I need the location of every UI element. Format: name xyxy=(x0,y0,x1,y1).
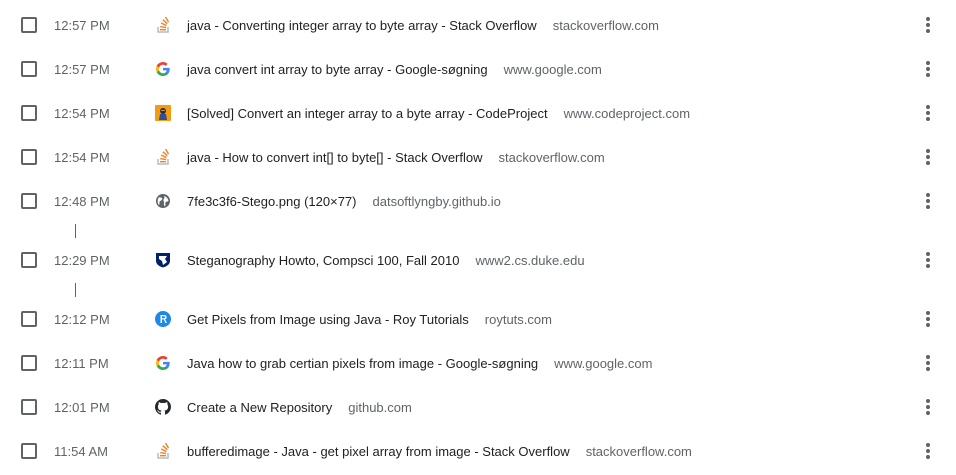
roytuts-icon xyxy=(155,311,171,327)
page-domain: www.codeproject.com xyxy=(563,105,691,121)
google-icon xyxy=(155,355,171,371)
page-title: 7fe3c3f6-Stego.png (120×77) xyxy=(187,193,357,209)
more-actions-icon[interactable] xyxy=(916,439,940,463)
history-row[interactable]: 12:48 PM 7fe3c3f6-Stego.png (120×77) dat… xyxy=(0,179,956,223)
history-row[interactable]: 12:54 PM java - How to convert int[] to … xyxy=(0,135,956,179)
visit-time: 12:54 PM xyxy=(54,149,110,165)
row-checkbox[interactable] xyxy=(21,399,37,415)
page-domain: datsoftlyngby.github.io xyxy=(372,193,501,209)
row-checkbox[interactable] xyxy=(21,17,37,33)
history-row[interactable]: 12:29 PM Steganography Howto, Compsci 10… xyxy=(0,238,956,282)
history-row[interactable]: 12:12 PM Get Pixels from Image using Jav… xyxy=(0,297,956,341)
row-checkbox[interactable] xyxy=(21,355,37,371)
history-row[interactable]: 11:54 AM bufferedimage - Java - get pixe… xyxy=(0,429,956,473)
more-actions-icon[interactable] xyxy=(916,395,940,419)
history-row[interactable]: 12:57 PM java - Converting integer array… xyxy=(0,3,956,47)
codeproject-icon xyxy=(155,105,171,121)
visit-time: 12:57 PM xyxy=(54,61,110,77)
page-title: java - Converting integer array to byte … xyxy=(187,17,537,33)
row-checkbox[interactable] xyxy=(21,149,37,165)
time-gap-divider xyxy=(75,224,76,238)
page-domain: www2.cs.duke.edu xyxy=(475,252,585,268)
history-entry-link[interactable]: 7fe3c3f6-Stego.png (120×77) datsoftlyngb… xyxy=(187,194,501,209)
page-title: Steganography Howto, Compsci 100, Fall 2… xyxy=(187,252,460,268)
more-actions-icon[interactable] xyxy=(916,189,940,213)
history-row[interactable]: 12:01 PM Create a New Repository github.… xyxy=(0,385,956,429)
page-title: java convert int array to byte array - G… xyxy=(187,61,488,77)
history-row[interactable]: 12:57 PM java convert int array to byte … xyxy=(0,47,956,91)
time-gap-divider xyxy=(75,283,76,297)
github-icon xyxy=(155,399,171,415)
visit-time: 11:54 AM xyxy=(54,443,108,459)
history-entry-link[interactable]: [Solved] Convert an integer array to a b… xyxy=(187,106,690,121)
more-actions-icon[interactable] xyxy=(916,57,940,81)
page-domain: github.com xyxy=(348,399,412,415)
page-domain: www.google.com xyxy=(503,61,602,77)
page-domain: stackoverflow.com xyxy=(498,149,605,165)
stackoverflow-icon xyxy=(155,443,171,459)
visit-time: 12:57 PM xyxy=(54,17,110,33)
history-entry-link[interactable]: Create a New Repository github.com xyxy=(187,400,412,415)
history-list: 12:57 PM java - Converting integer array… xyxy=(0,0,956,475)
more-actions-icon[interactable] xyxy=(916,13,940,37)
history-entry-link[interactable]: Get Pixels from Image using Java - Roy T… xyxy=(187,312,552,327)
page-title: Get Pixels from Image using Java - Roy T… xyxy=(187,311,469,327)
row-checkbox[interactable] xyxy=(21,61,37,77)
row-checkbox[interactable] xyxy=(21,311,37,327)
visit-time: 12:54 PM xyxy=(54,105,110,121)
history-entry-link[interactable]: Steganography Howto, Compsci 100, Fall 2… xyxy=(187,253,585,268)
visit-time: 12:29 PM xyxy=(54,252,110,268)
row-checkbox[interactable] xyxy=(21,193,37,209)
history-row[interactable]: 12:54 PM [Solved] Convert an integer arr… xyxy=(0,91,956,135)
visit-time: 12:48 PM xyxy=(54,193,110,209)
visit-time: 12:12 PM xyxy=(54,311,110,327)
more-actions-icon[interactable] xyxy=(916,307,940,331)
history-entry-link[interactable]: Java how to grab certian pixels from ima… xyxy=(187,356,652,371)
more-actions-icon[interactable] xyxy=(916,351,940,375)
more-actions-icon[interactable] xyxy=(916,101,940,125)
history-entry-link[interactable]: java - Converting integer array to byte … xyxy=(187,18,659,33)
page-title: [Solved] Convert an integer array to a b… xyxy=(187,105,548,121)
globe-icon xyxy=(155,193,171,209)
page-domain: stackoverflow.com xyxy=(585,443,692,459)
row-checkbox[interactable] xyxy=(21,105,37,121)
page-domain: roytuts.com xyxy=(484,311,552,327)
visit-time: 12:11 PM xyxy=(54,355,109,371)
page-domain: stackoverflow.com xyxy=(552,17,659,33)
more-actions-icon[interactable] xyxy=(916,248,940,272)
google-icon xyxy=(155,61,171,77)
page-domain: www.google.com xyxy=(554,355,653,371)
history-entry-link[interactable]: java - How to convert int[] to byte[] - … xyxy=(187,150,605,165)
row-checkbox[interactable] xyxy=(21,252,37,268)
more-actions-icon[interactable] xyxy=(916,145,940,169)
stackoverflow-icon xyxy=(155,17,171,33)
page-title: java - How to convert int[] to byte[] - … xyxy=(187,149,483,165)
page-title: Create a New Repository xyxy=(187,399,333,415)
visit-time: 12:01 PM xyxy=(54,399,110,415)
page-title: Java how to grab certian pixels from ima… xyxy=(187,355,539,371)
duke-icon xyxy=(155,252,171,268)
stackoverflow-icon xyxy=(155,149,171,165)
history-entry-link[interactable]: java convert int array to byte array - G… xyxy=(187,62,602,77)
row-checkbox[interactable] xyxy=(21,443,37,459)
history-entry-link[interactable]: bufferedimage - Java - get pixel array f… xyxy=(187,444,692,459)
history-row[interactable]: 12:11 PM Java how to grab certian pixels… xyxy=(0,341,956,385)
page-title: bufferedimage - Java - get pixel array f… xyxy=(187,443,570,459)
